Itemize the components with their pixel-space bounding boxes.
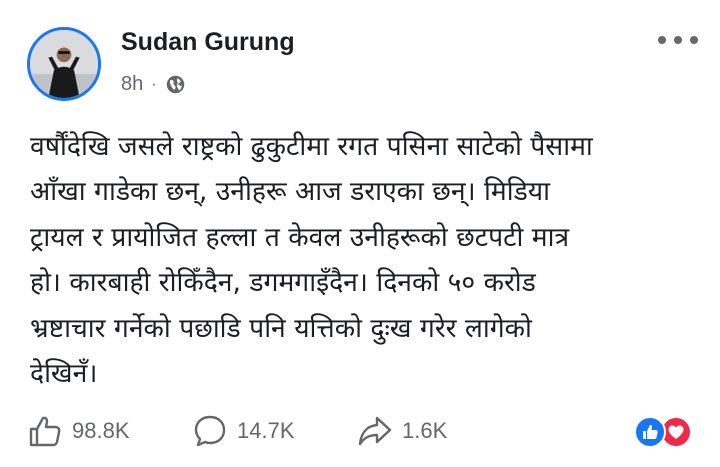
- comment-bubble-icon: [194, 415, 226, 447]
- more-dots-icon[interactable]: [658, 28, 698, 52]
- menu-dot: [674, 36, 682, 44]
- post-meta: 8h ·: [121, 73, 186, 96]
- share-count: 1.6K: [402, 418, 448, 443]
- post-line: भ्रष्टाचार गर्नेको पछाडि पनि यत्तिको दुः…: [30, 312, 532, 344]
- post-line: आँखा गाडेका छन्, उनीहरू आज डराएका छन्। म…: [30, 176, 551, 208]
- menu-dot: [690, 36, 698, 44]
- like-button[interactable]: 98.8K: [28, 415, 130, 447]
- post-line: वर्षौंदेखि जसले राष्ट्रको ढुकुटीमा रगत प…: [30, 131, 593, 162]
- avatar[interactable]: [27, 27, 101, 101]
- meta-separator: ·: [151, 75, 157, 93]
- facebook-post-card: Sudan Gurung 8h · वर्षौंदेखि जसले राष्ट्…: [0, 0, 720, 467]
- post-line: ट्रायल र प्रायोजित हल्ला त केवल उनीहरूको…: [30, 221, 570, 253]
- author-name[interactable]: Sudan Gurung: [121, 28, 295, 57]
- comment-button[interactable]: 14.7K: [193, 415, 295, 447]
- reactions-summary[interactable]: [634, 416, 698, 448]
- post-timestamp[interactable]: 8h: [121, 73, 143, 96]
- globe-icon[interactable]: [165, 74, 186, 95]
- thumbs-up-icon: [29, 416, 61, 447]
- like-count: 98.8K: [72, 418, 130, 443]
- share-arrow-icon: [358, 416, 392, 446]
- post-text: वर्षौंदेखि जसले राष्ट्रको ढुकुटीमा रगत प…: [30, 124, 700, 396]
- post-actions-bar: 98.8K 14.7K 1.6K: [0, 405, 720, 457]
- comment-count: 14.7K: [237, 418, 295, 443]
- share-button[interactable]: 1.6K: [358, 415, 447, 447]
- menu-dot: [658, 36, 666, 44]
- like-reaction-icon: [634, 416, 666, 448]
- post-line: देखिनँ।: [30, 357, 98, 389]
- profile-photo: [30, 30, 98, 98]
- post-line: हो। कारबाही रोकिँदैन, डगमगाइँदैन। दिनको …: [30, 267, 536, 299]
